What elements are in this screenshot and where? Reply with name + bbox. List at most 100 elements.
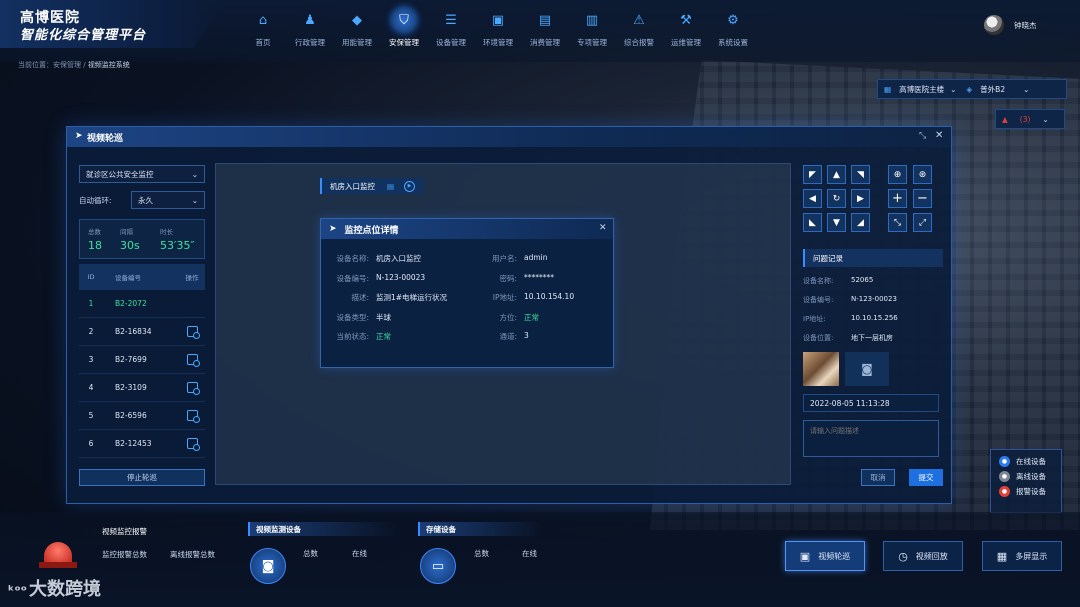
minimize-icon[interactable]: ⤡ [919,131,926,141]
video-patrol-modal: ➤ 视频轮巡 ⤡ ✕ 就诊区公共安全监控 ⌄ 自动循环: 永久 ⌄ 总数 18 … [66,126,952,504]
offline-camera-icon: ● [999,471,1010,482]
row-action [179,326,205,339]
view-record-icon[interactable] [186,354,200,367]
table-row[interactable]: 2 B2-16834 [79,318,205,346]
avatar[interactable] [984,15,1004,35]
detail-label: 当前状态: [336,332,369,341]
camera-icon[interactable]: ◙ [845,352,889,386]
area-select[interactable]: 就诊区公共安全监控 ⌄ [79,165,205,183]
patrol-stats: 总数 18 间隔 30s 时长 53′35″ [79,219,205,259]
close-icon[interactable]: ✕ [599,223,607,233]
nav-item-home[interactable]: ⌂ 首页 [240,8,286,48]
table-row[interactable]: 3 B2-7699 [79,346,205,374]
ptz-down-button[interactable]: ▼ [827,213,846,232]
storage-section-title: 存储设备 [418,522,542,536]
focus-near-button[interactable]: ⊕ [888,165,907,184]
energy-drop-icon: ◆ [352,12,362,28]
detail-field: 当前状态: 正常 [325,331,391,342]
legend-alarm[interactable]: ● 报警设备 [999,486,1061,497]
aperture-large-button[interactable]: ⤢ [913,213,932,232]
ptz-up-left-button[interactable]: ◤ [803,165,822,184]
view-record-icon[interactable] [186,326,200,339]
nav-item-maintenance[interactable]: ⚒ 运维管理 [663,8,709,48]
monitor-online-label: 在线 [352,549,367,558]
building-floor-select[interactable]: ▦ 高博医院主楼 ⌄ ◈ 普外B2 ⌄ [877,79,1067,99]
legend-online-label: 在线设备 [1016,457,1046,466]
nav-item-security-shield[interactable]: ⛉ 安保管理 [381,8,427,48]
legend-offline[interactable]: ● 离线设备 [999,471,1061,482]
detail-label: 设备名称: [336,254,369,263]
stat-interval-value: 30s [120,239,140,252]
cancel-button[interactable]: 取消 [861,469,895,486]
nav-item-consumption[interactable]: ▤ 消费管理 [522,8,568,48]
table-row[interactable]: 1 B2-2072 [79,290,205,318]
video-playback-button[interactable]: ◷ 视频回放 [883,541,963,571]
ptz-auto-button[interactable]: ↻ [827,189,846,208]
stat-duration-label: 时长 [160,228,173,236]
row-device-code: B2-12453 [115,439,152,448]
nav-item-admin-user[interactable]: ♟ 行政管理 [287,8,333,48]
problem-value: 52065 [851,276,874,284]
view-record-icon[interactable] [186,438,200,451]
stop-patrol-button[interactable]: 停止轮巡 [79,469,205,486]
ptz-right-button[interactable]: ▶ [851,189,870,208]
video-patrol-button[interactable]: ▣ 视频轮巡 [785,541,865,571]
nav-label: 设备管理 [436,38,466,47]
user-info[interactable]: 钟晓杰 [984,15,1037,35]
aperture-small-button[interactable]: ⤡ [888,213,907,232]
nav-label: 行政管理 [295,38,325,47]
auto-loop-select[interactable]: 永久 ⌄ [131,191,205,209]
table-row[interactable]: 5 B2-6596 [79,402,205,430]
ptz-up-button[interactable]: ▲ [827,165,846,184]
nav-item-alarm-bell[interactable]: ⚠ 综合报警 [616,8,662,48]
video-patrol-label: 视频轮巡 [818,551,851,561]
document-icon[interactable]: ▤ [387,182,394,191]
focus-far-button[interactable]: ⊛ [913,165,932,184]
ptz-left-button[interactable]: ◀ [803,189,822,208]
ptz-up-right-button[interactable]: ◥ [851,165,870,184]
multi-screen-button[interactable]: ▦ 多屏显示 [982,541,1062,571]
detail-field: 密码: ******** [473,273,554,284]
nav-label: 安保管理 [389,38,419,47]
detail-field: 描述: 监测1#电梯运行状况 [325,292,447,303]
legend-online[interactable]: ● 在线设备 [999,456,1061,467]
detail-value: admin [524,253,548,262]
monitor-device-section: 视频监测设备 [248,522,398,536]
monitor-total-label: 总数 [303,549,318,558]
detail-label: 方位: [499,312,517,322]
detail-value: 监测1#电梯运行状况 [376,293,448,302]
snapshot-thumbnail[interactable] [803,352,839,386]
alarm-filter-select[interactable]: ▲ (3) ⌄ [995,109,1065,129]
zoom-out-button[interactable]: − [913,189,932,208]
layers-icon: ◈ [966,84,973,94]
nav-item-gear[interactable]: ⚙ 系统设置 [710,8,756,48]
detail-label: 密码: [499,273,517,283]
problem-description-input[interactable] [803,420,939,457]
zoom-in-button[interactable]: + [888,189,907,208]
submit-button[interactable]: 提交 [909,469,943,486]
problem-field: 设备位置: 地下一层机房 [803,333,943,343]
ptz-down-right-button[interactable]: ◢ [851,213,870,232]
detail-value: N-123-00023 [376,272,426,282]
detail-field: 设备编号: N-123-00023 [325,273,425,284]
nav-item-environment[interactable]: ▣ 环境管理 [475,8,521,48]
row-id: 2 [88,327,94,336]
datetime-field[interactable]: 2022-08-05 11:13:28 [803,394,939,412]
table-row[interactable]: 4 B2-3109 [79,374,205,402]
nav-item-equipment[interactable]: ☰ 设备管理 [428,8,474,48]
nav-item-energy-drop[interactable]: ◆ 用能管理 [334,8,380,48]
security-shield-icon: ⛉ [392,8,416,32]
close-icon[interactable]: ✕ [935,130,943,141]
view-record-icon[interactable] [186,382,200,395]
admin-user-icon: ♟ [304,12,316,28]
table-header: ID 设备编号 操作 [79,264,205,290]
table-row[interactable]: 6 B2-12453 [79,430,205,458]
breadcrumb-parent[interactable]: 安保管理 / [53,61,88,69]
nav-item-special[interactable]: ▥ 专项管理 [569,8,615,48]
view-record-icon[interactable] [186,410,200,423]
play-icon[interactable]: ▶ [404,180,416,192]
ptz-down-left-button[interactable]: ◣ [803,213,822,232]
breadcrumb-current: 视频监控系统 [87,61,130,69]
video-player[interactable]: 机房入口监控 ▤ ▶ ➤ 监控点位详情 ✕ 设备名称: 机房入口监控 用户名: adm… [215,163,791,485]
problem-field: IP地址: 10.10.15.256 [803,314,943,324]
